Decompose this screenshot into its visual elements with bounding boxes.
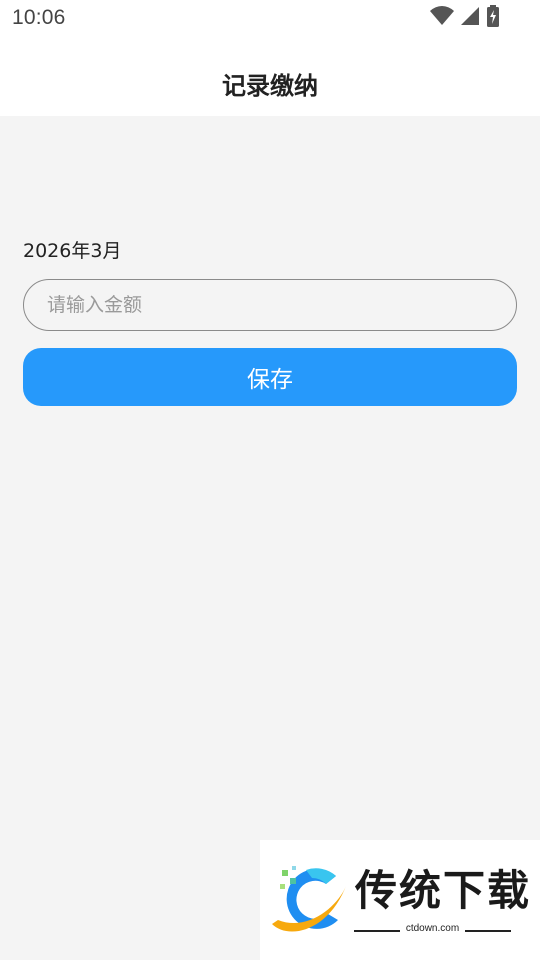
watermark-divider-left bbox=[354, 930, 400, 932]
ctdown-logo-icon bbox=[272, 866, 346, 932]
page-title: 记录缴纳 bbox=[222, 72, 318, 100]
wifi-icon bbox=[430, 6, 454, 30]
app-bar: 记录缴纳 bbox=[0, 36, 540, 116]
watermark: 传统下载 ctdown.com bbox=[260, 840, 540, 960]
watermark-divider-right bbox=[465, 930, 511, 932]
save-button[interactable]: 保存 bbox=[23, 348, 517, 406]
battery-charging-icon bbox=[486, 5, 500, 31]
screen: 10:06 记录缴纳 2026年3月 请输入金额 保存 传统下载 ctdown.… bbox=[0, 0, 540, 960]
cellular-signal-icon bbox=[460, 6, 480, 30]
month-label: 2026年3月 bbox=[23, 240, 122, 262]
status-bar: 10:06 bbox=[0, 0, 540, 36]
amount-input[interactable] bbox=[23, 279, 517, 331]
watermark-brand-text: 传统下载 bbox=[355, 866, 532, 915]
status-time: 10:06 bbox=[12, 6, 66, 29]
content-area: 2026年3月 保存 bbox=[0, 116, 540, 960]
watermark-url: ctdown.com bbox=[405, 923, 460, 934]
status-icons bbox=[430, 5, 500, 31]
